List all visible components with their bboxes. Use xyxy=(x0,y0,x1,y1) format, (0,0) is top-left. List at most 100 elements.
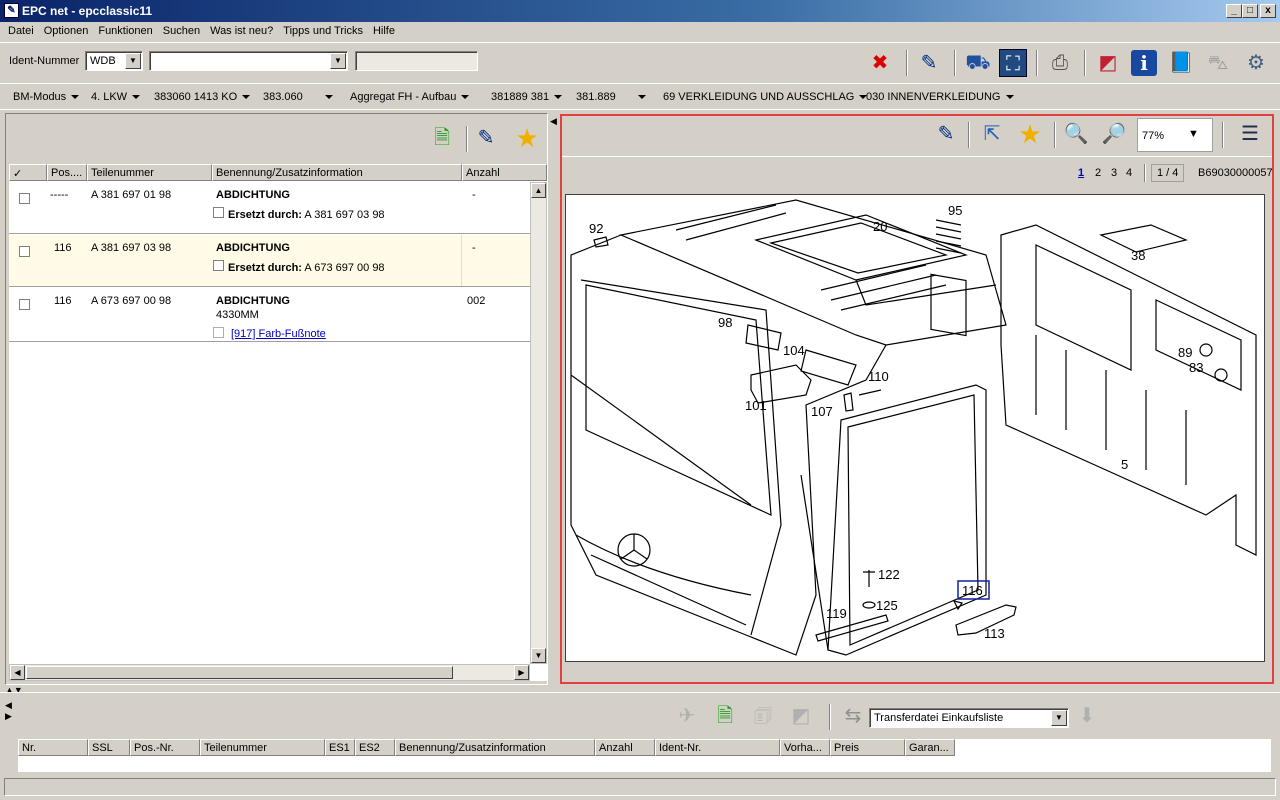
scroll-left-button[interactable]: ◀ xyxy=(10,665,25,680)
page-link-4[interactable]: 4 xyxy=(1126,167,1132,179)
zoom-select[interactable]: 77% ▼ xyxy=(1137,118,1213,152)
col-header-part-number[interactable]: Teilenummer xyxy=(200,739,325,756)
description-cell: ABDICHTUNG xyxy=(216,189,290,201)
nav-group[interactable]: 69 VERKLEIDUNG UND AUSSCHLAG xyxy=(663,91,868,103)
col-header-quantity[interactable]: Anzahl xyxy=(595,739,655,756)
menu-funktionen[interactable]: Funktionen xyxy=(93,22,157,37)
nav-aggregate-type[interactable]: 381.889 xyxy=(576,91,646,103)
toolbar-separator xyxy=(1054,122,1056,148)
replacement-line: Ersetzt durch: A 673 697 00 98 xyxy=(228,262,385,274)
col-header-quantity[interactable]: Anzahl xyxy=(462,164,547,181)
menu-hilfe[interactable]: Hilfe xyxy=(368,22,400,37)
chevron-down-icon[interactable]: ▼ xyxy=(1051,710,1067,726)
scroll-down-button[interactable]: ▼ xyxy=(531,648,546,663)
page-link-1[interactable]: 1 xyxy=(1078,167,1084,179)
collapse-left-icon[interactable]: ◀ xyxy=(550,116,557,127)
nav-aggregate-number[interactable]: 381889 381 xyxy=(491,91,563,103)
fullscreen-icon[interactable]: ⛶ xyxy=(999,49,1027,77)
chevron-down-icon xyxy=(324,95,333,100)
scroll-thumb[interactable] xyxy=(26,666,453,679)
collapse-left-icon[interactable]: ◀ ▶ xyxy=(5,700,15,722)
nav-model[interactable]: 383060 1413 KO xyxy=(154,91,251,103)
add-to-list-icon[interactable]: 🗎 xyxy=(428,124,456,152)
col-header-ssl[interactable]: SSL xyxy=(88,739,130,756)
panel-splitter[interactable]: ◀ xyxy=(550,114,558,684)
nav-aggregate[interactable]: Aggregat FH - Aufbau xyxy=(350,91,470,103)
app-icon: ✎ xyxy=(4,3,19,18)
menu-datei[interactable]: Datei xyxy=(0,22,39,37)
scroll-up-button[interactable]: ▲ xyxy=(531,183,546,198)
nav-type[interactable]: 383.060 xyxy=(263,91,333,103)
eraser-icon[interactable]: ◩ xyxy=(1094,49,1122,77)
table-row[interactable]: 116 A 673 697 00 98 ABDICHTUNG 4330MM [9… xyxy=(9,288,530,342)
zoom-in-icon[interactable]: 🔍 xyxy=(1062,120,1090,148)
col-header-ident-nr[interactable]: Ident-Nr. xyxy=(655,739,780,756)
network-icon[interactable]: ⚙ xyxy=(1242,49,1270,77)
chevron-down-icon[interactable]: ▼ xyxy=(330,53,346,69)
col-header-pos-nr[interactable]: Pos.-Nr. xyxy=(130,739,200,756)
menu-suchen[interactable]: Suchen xyxy=(158,22,205,37)
row-checkbox[interactable] xyxy=(19,299,30,310)
favorite-star-icon[interactable]: ★ xyxy=(1016,120,1044,148)
table-row[interactable]: ----- A 381 697 01 98 ABDICHTUNG Ersetzt… xyxy=(9,182,530,234)
favorite-star-icon[interactable]: ★ xyxy=(513,124,541,152)
col-header-price[interactable]: Preis xyxy=(830,739,905,756)
nav-class[interactable]: 4. LKW xyxy=(91,91,141,103)
list-view-icon[interactable]: ☰ xyxy=(1236,120,1264,148)
chevron-down-icon[interactable]: ▼ xyxy=(125,53,141,69)
book-icon[interactable]: 📘 xyxy=(1167,49,1195,77)
vertical-scrollbar[interactable]: ▲ ▼ xyxy=(530,182,547,664)
nav-bm-modus[interactable]: BM-Modus xyxy=(13,91,80,103)
vehicle-delete-icon[interactable]: ✖ xyxy=(866,49,894,77)
zoom-out-icon[interactable]: 🔎 xyxy=(1100,120,1128,148)
replacement-checkbox[interactable] xyxy=(213,207,224,218)
col-header-part-number[interactable]: Teilenummer xyxy=(87,164,212,181)
add-to-list-icon[interactable]: 🗎 xyxy=(711,702,739,730)
exploded-drawing[interactable]: 92 20 95 38 98 104 110 101 107 89 83 5 1… xyxy=(565,194,1265,662)
row-checkbox[interactable] xyxy=(19,246,30,257)
maximize-button[interactable]: □ xyxy=(1242,4,1258,18)
page-link-2[interactable]: 2 xyxy=(1095,167,1101,179)
replacement-checkbox[interactable] xyxy=(213,260,224,271)
notes-icon[interactable]: ✎ xyxy=(915,49,943,77)
row-checkbox[interactable] xyxy=(19,193,30,204)
page-link-3[interactable]: 3 xyxy=(1111,167,1117,179)
print-icon[interactable]: ⎙ xyxy=(1046,49,1074,77)
table-row[interactable]: 116 A 381 697 03 98 ABDICHTUNG Ersetzt d… xyxy=(9,235,530,287)
nav-subgroup[interactable]: 030 INNENVERKLEIDUNG xyxy=(866,91,1014,103)
menu-optionen[interactable]: Optionen xyxy=(39,22,94,37)
col-header-description[interactable]: Benennung/Zusatzinformation xyxy=(395,739,595,756)
footnote-link[interactable]: [917] Farb-Fußnote xyxy=(231,328,326,340)
navigation-bar: BM-Modus 4. LKW 383060 1413 KO 383.060 A… xyxy=(0,86,1280,108)
col-header-description[interactable]: Benennung/Zusatzinformation xyxy=(212,164,462,181)
cart-icon[interactable]: ⛟ xyxy=(964,49,992,77)
parts-panel: 🗎 ✎ ★ ✓ Pos.... Teilenummer Benennung/Zu… xyxy=(5,113,548,685)
col-header-check[interactable]: ✓ xyxy=(9,164,47,181)
notes-icon[interactable]: ✎ xyxy=(472,124,500,152)
callout-label: 101 xyxy=(745,398,767,413)
col-header-warranty[interactable]: Garan... xyxy=(905,739,955,756)
toolbar-separator xyxy=(954,50,956,76)
chevron-down-icon xyxy=(242,95,251,100)
transfer-select[interactable]: Transferdatei Einkaufsliste ▼ xyxy=(869,708,1069,728)
col-header-es2[interactable]: ES2 xyxy=(355,739,395,756)
horizontal-scrollbar[interactable]: ◀ ▶ xyxy=(9,664,530,681)
col-header-es1[interactable]: ES1 xyxy=(325,739,355,756)
divider xyxy=(0,109,1280,110)
info-icon[interactable]: i xyxy=(1131,50,1157,76)
close-button[interactable]: x xyxy=(1260,4,1276,18)
menu-was-ist-neu[interactable]: Was ist neu? xyxy=(205,22,278,37)
detach-icon[interactable]: ⇱ xyxy=(978,120,1006,148)
minimize-button[interactable]: _ xyxy=(1226,4,1242,18)
chevron-down-icon[interactable]: ▼ xyxy=(1188,128,1199,140)
ident-number-select[interactable]: ▼ xyxy=(149,51,348,71)
scroll-right-button[interactable]: ▶ xyxy=(514,665,529,680)
eraser-icon: ◩ xyxy=(791,705,811,727)
col-header-pos[interactable]: Pos.... xyxy=(47,164,87,181)
notes-icon[interactable]: ✎ xyxy=(932,120,960,148)
menu-tipps[interactable]: Tipps und Tricks xyxy=(278,22,368,37)
panel-splitter-toggle[interactable]: ▲▼ xyxy=(5,686,35,696)
col-header-nr[interactable]: Nr. xyxy=(18,739,88,756)
ident-prefix-select[interactable]: WDB ▼ xyxy=(85,51,143,71)
col-header-availability[interactable]: Vorha... xyxy=(780,739,830,756)
